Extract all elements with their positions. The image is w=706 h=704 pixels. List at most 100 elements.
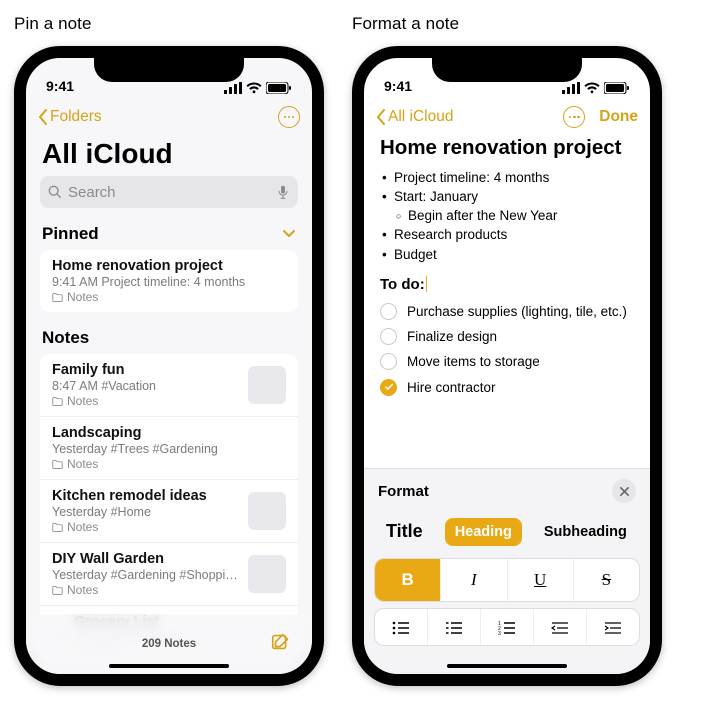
note-row[interactable]: Kitchen remodel ideasYesterday #HomeNote… [40, 480, 298, 543]
note-subtitle: Yesterday #Trees #Gardening [52, 442, 286, 456]
checklist-item[interactable]: Move items to storage [380, 349, 634, 374]
note-row[interactable]: LandscapingYesterday #Trees #GardeningNo… [40, 417, 298, 480]
outdent-icon [551, 621, 569, 635]
phone-right: 9:41 All iCloud Done Home renovation pro… [352, 46, 662, 686]
close-button[interactable] [612, 479, 636, 503]
number-list-button[interactable]: 123 [481, 609, 534, 646]
bullet-item[interactable]: Research products [394, 225, 634, 244]
text-cursor [426, 276, 428, 292]
strikethrough-button[interactable]: S [574, 559, 639, 601]
pinned-card: Home renovation project 9:41 AM Project … [40, 250, 298, 312]
note-count: 209 Notes [142, 638, 196, 650]
style-title-button[interactable]: Title [376, 515, 433, 548]
section-notes-header: Notes [26, 322, 312, 354]
style-body-button[interactable]: Body [649, 518, 650, 546]
style-heading-button[interactable]: Heading [445, 518, 522, 546]
note-row[interactable]: Family fun8:47 AM #VacationNotes [40, 354, 298, 417]
note-title: Family fun [52, 362, 240, 378]
note-folder: Notes [52, 583, 240, 597]
back-button[interactable]: All iCloud [376, 108, 453, 126]
dash-list-button[interactable] [428, 609, 481, 646]
notch [432, 56, 582, 82]
cellular-icon [562, 82, 580, 94]
more-button[interactable] [278, 106, 300, 128]
italic-button[interactable]: I [441, 559, 507, 601]
checklist-item[interactable]: Hire contractor [380, 375, 634, 400]
note-row[interactable]: Home renovation project 9:41 AM Project … [40, 250, 298, 312]
checkbox-unchecked[interactable] [380, 353, 397, 370]
home-indicator [447, 664, 567, 668]
bullet-item[interactable]: Project timeline: 4 months [394, 168, 634, 187]
folder-icon [52, 522, 63, 533]
outdent-button[interactable] [534, 609, 587, 646]
note-body[interactable]: Project timeline: 4 months Start: Januar… [364, 168, 650, 400]
indent-icon [604, 621, 622, 635]
todo-heading[interactable]: To do: [380, 274, 634, 295]
cellular-icon [224, 82, 242, 94]
underline-button[interactable]: U [508, 559, 574, 601]
bullet-list-icon [392, 621, 410, 635]
note-folder: Notes [52, 520, 240, 534]
indent-button[interactable] [587, 609, 639, 646]
search-icon [48, 185, 62, 199]
battery-icon [266, 82, 292, 94]
checklist-label: Hire contractor [407, 378, 496, 397]
checklist-item[interactable]: Finalize design [380, 324, 634, 349]
bullet-sub-item[interactable]: Begin after the New Year [408, 206, 634, 225]
compose-button[interactable] [270, 631, 292, 658]
close-icon [619, 486, 630, 497]
wifi-icon [584, 82, 600, 94]
note-subtitle: 9:41 AM Project timeline: 4 months [52, 275, 286, 289]
note-subtitle: 8:47 AM #Vacation [52, 379, 240, 393]
bullet-item[interactable]: Budget [394, 245, 634, 264]
note-folder: Notes [52, 290, 286, 304]
battery-icon [604, 82, 630, 94]
notch [94, 56, 244, 82]
chevron-left-icon [38, 109, 48, 125]
checklist-label: Finalize design [407, 327, 497, 346]
note-subtitle: Yesterday #Home [52, 505, 240, 519]
status-time: 9:41 [384, 78, 412, 94]
note-title: Kitchen remodel ideas [52, 488, 240, 504]
format-title: Format [378, 483, 429, 500]
bullet-item[interactable]: Start: January Begin after the New Year [394, 187, 634, 225]
section-pinned-header[interactable]: Pinned [26, 218, 312, 250]
search-input[interactable]: Search [40, 176, 298, 208]
search-placeholder: Search [68, 184, 116, 201]
checkbox-unchecked[interactable] [380, 328, 397, 345]
compose-icon [270, 631, 292, 653]
checkbox-checked[interactable] [380, 379, 397, 396]
back-button[interactable]: Folders [38, 108, 102, 126]
bold-button[interactable]: B [375, 559, 441, 601]
chevron-down-icon [282, 224, 296, 244]
style-subheading-button[interactable]: Subheading [534, 518, 637, 546]
home-indicator [109, 664, 229, 668]
checkbox-unchecked[interactable] [380, 303, 397, 320]
back-label: All iCloud [388, 108, 453, 126]
note-title: Home renovation project [52, 258, 286, 274]
note-title: Landscaping [52, 425, 286, 441]
svg-text:3: 3 [498, 631, 501, 635]
back-label: Folders [50, 108, 102, 126]
checklist-label: Purchase supplies (lighting, tile, etc.) [407, 302, 627, 321]
panel-title-left: Pin a note [14, 14, 324, 34]
panel-title-right: Format a note [352, 14, 662, 34]
mic-icon[interactable] [276, 185, 290, 199]
section-pinned-label: Pinned [42, 224, 99, 244]
bullet-list-button[interactable] [375, 609, 428, 646]
more-button[interactable] [563, 106, 585, 128]
checklist-label: Move items to storage [407, 352, 540, 371]
checklist-item[interactable]: Purchase supplies (lighting, tile, etc.) [380, 299, 634, 324]
note-title[interactable]: Home renovation project [364, 136, 650, 168]
folder-icon [52, 396, 63, 407]
note-thumbnail [248, 366, 286, 404]
done-button[interactable]: Done [599, 108, 638, 126]
chevron-left-icon [376, 109, 386, 125]
section-notes-label: Notes [42, 328, 89, 348]
folder-icon [52, 585, 63, 596]
folder-icon [52, 459, 63, 470]
folder-icon [52, 292, 63, 303]
note-folder: Notes [52, 394, 240, 408]
note-folder: Notes [52, 457, 286, 471]
note-row[interactable]: DIY Wall GardenYesterday #Gardening #Sho… [40, 543, 298, 606]
